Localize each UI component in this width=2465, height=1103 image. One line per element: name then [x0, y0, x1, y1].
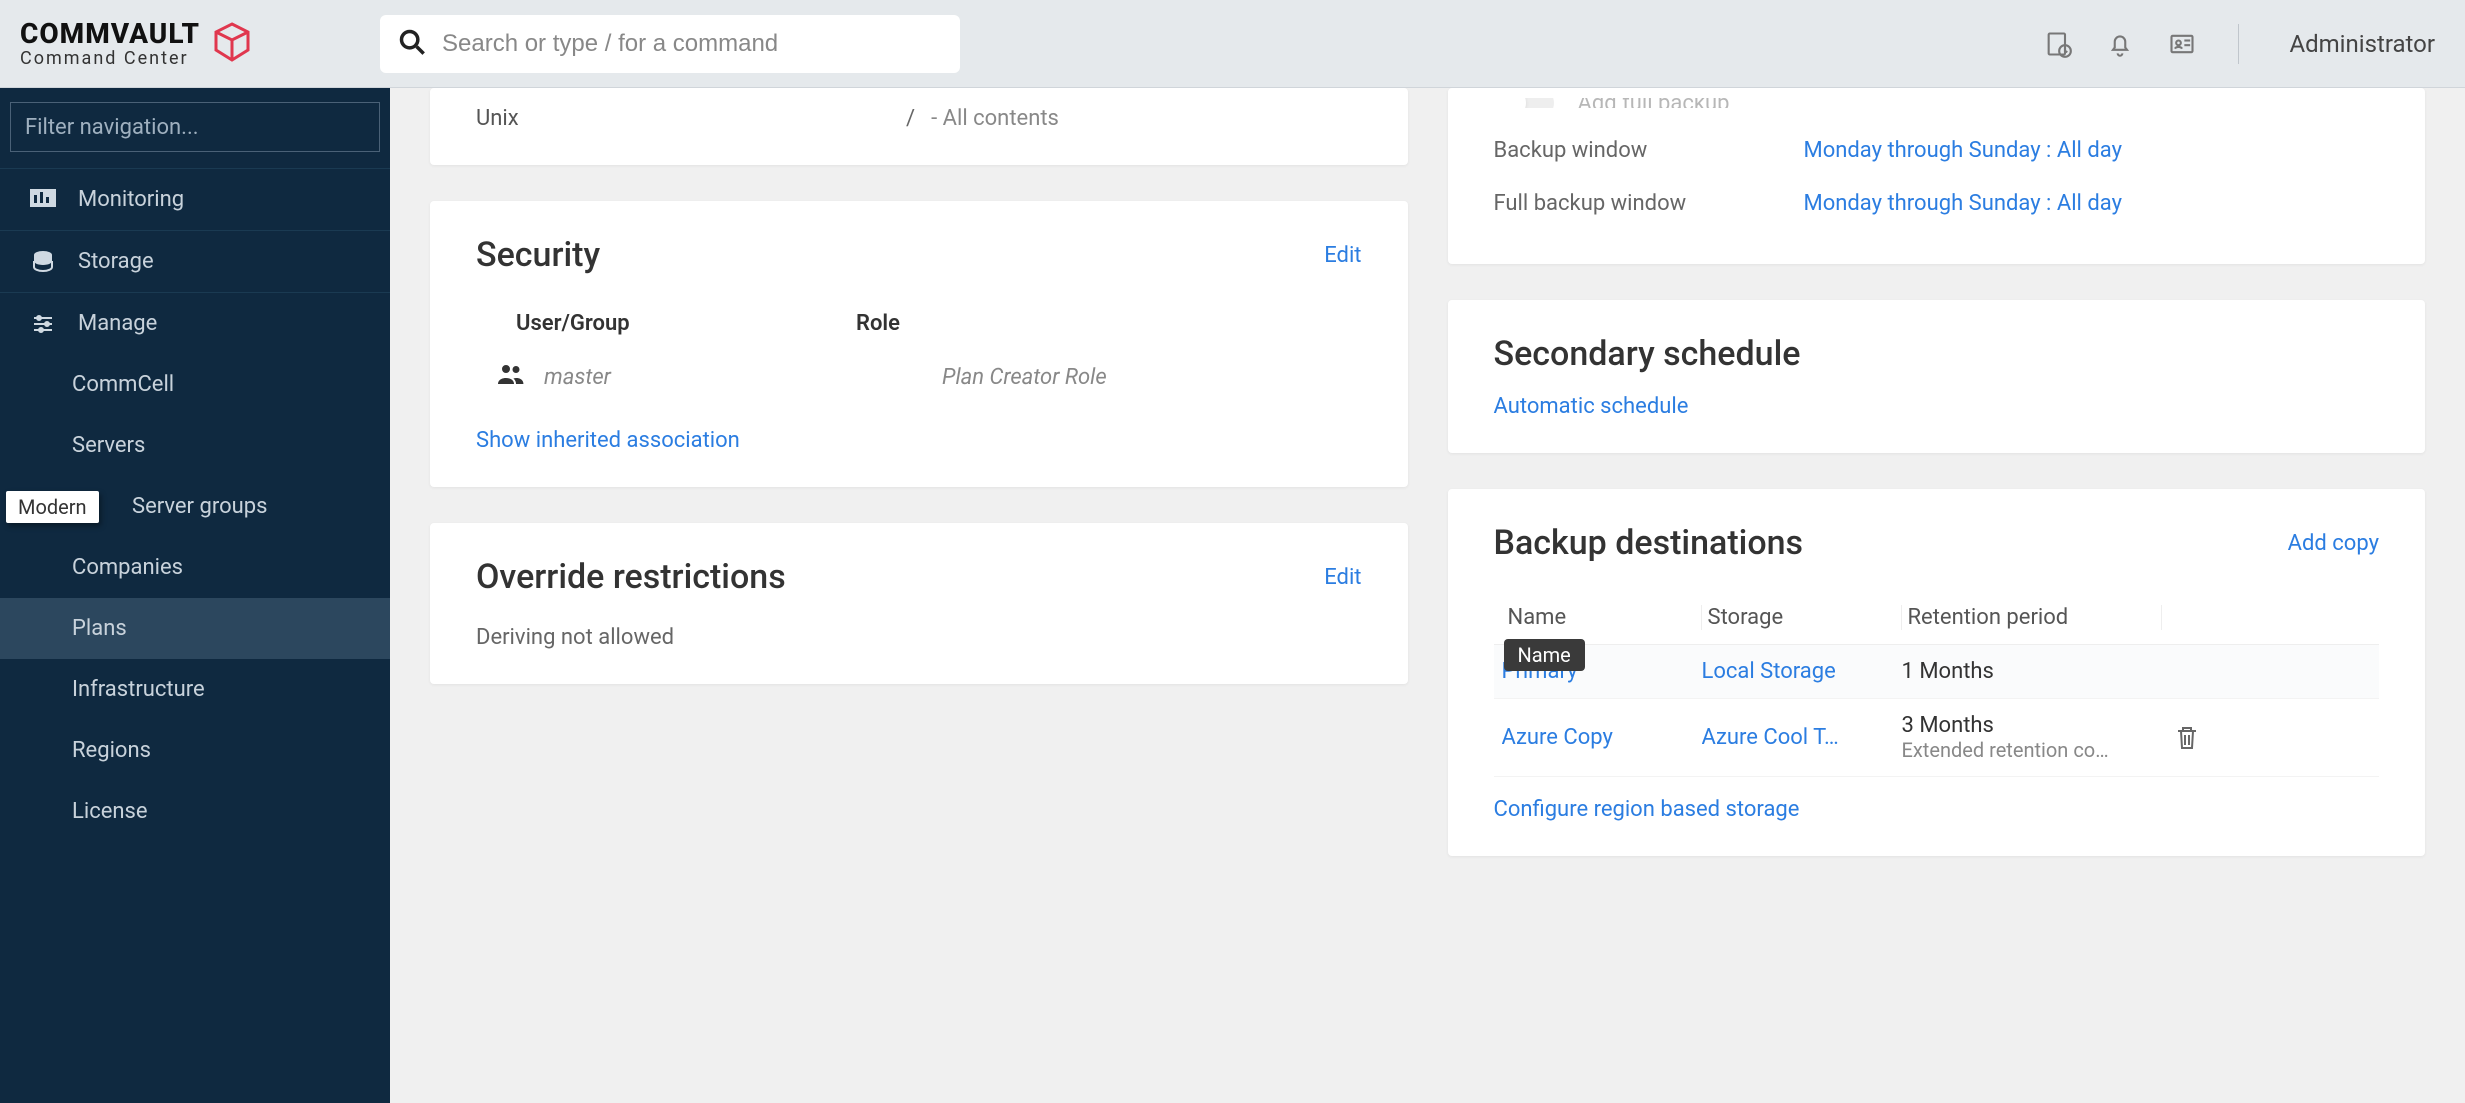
chart-icon: [28, 189, 58, 211]
unix-card: Unix / - All contents: [430, 88, 1408, 165]
sidebar-item-label: Monitoring: [78, 187, 184, 212]
sidebar-item-regions[interactable]: Regions: [0, 720, 390, 781]
database-icon: [28, 250, 58, 274]
security-edit-link[interactable]: Edit: [1324, 243, 1361, 268]
backup-window-value[interactable]: Monday through Sunday : All day: [1804, 138, 2122, 163]
sidebar-item-label: CommCell: [72, 372, 174, 397]
full-backup-window-label: Full backup window: [1494, 191, 1804, 216]
name-tooltip: Name: [1504, 639, 1585, 671]
jobs-icon[interactable]: [2042, 28, 2074, 60]
header-icons: Administrator: [2042, 24, 2435, 64]
brand-subtitle: Command Center: [20, 50, 200, 68]
top-bar: COMMVAULT Command Center Administrator: [0, 0, 2465, 88]
sidebar-item-label: Server groups: [132, 494, 267, 519]
sidebar-item-companies[interactable]: Companies: [0, 537, 390, 598]
role-value: Plan Creator Role: [942, 365, 1107, 390]
sidebar-item-label: License: [72, 799, 148, 824]
sliders-icon: [28, 312, 58, 336]
destinations-title: Backup destinations: [1494, 523, 1804, 563]
toggle-label: Add full backup: [1578, 98, 1730, 108]
retention-sub: Extended retention co…: [1902, 738, 2142, 762]
search-icon: [398, 28, 426, 60]
full-backup-toggle[interactable]: [1494, 98, 1554, 108]
override-text: Deriving not allowed: [476, 625, 1362, 650]
destination-storage-link[interactable]: Local Storage: [1702, 659, 1902, 684]
search-input[interactable]: [442, 30, 942, 58]
user-name: master: [544, 365, 611, 390]
add-copy-link[interactable]: Add copy: [2288, 531, 2379, 556]
right-column: Add full backup Backup window Monday thr…: [1448, 88, 2426, 856]
sidebar-item-label: Infrastructure: [72, 677, 205, 702]
brand-title: COMMVAULT: [20, 20, 200, 48]
schedule-card: Add full backup Backup window Monday thr…: [1448, 88, 2426, 264]
backup-window-label: Backup window: [1494, 138, 1804, 163]
col-storage[interactable]: Storage: [1702, 605, 1902, 630]
filter-navigation-input[interactable]: Filter navigation...: [10, 102, 380, 152]
col-name[interactable]: Name: [1508, 605, 1567, 630]
path-value: /: [906, 106, 915, 131]
secondary-schedule-card: Secondary schedule Automatic schedule: [1448, 300, 2426, 453]
sidebar-item-label: Plans: [72, 616, 127, 641]
destination-row: Primary Local Storage 1 Months: [1494, 645, 2380, 699]
sidebar-item-label: Regions: [72, 738, 151, 763]
sidebar-item-plans[interactable]: Plans: [0, 598, 390, 659]
secondary-title: Secondary schedule: [1494, 334, 2380, 374]
modern-badge: Modern: [6, 491, 99, 523]
sidebar-item-server-groups[interactable]: Modern Server groups: [0, 476, 390, 537]
override-card: Override restrictions Edit Deriving not …: [430, 523, 1408, 684]
brand: COMMVAULT Command Center: [20, 20, 350, 68]
users-icon: [496, 362, 526, 392]
automatic-schedule-link[interactable]: Automatic schedule: [1494, 394, 1689, 419]
security-row: master Plan Creator Role: [476, 356, 1362, 398]
configure-region-storage-link[interactable]: Configure region based storage: [1494, 797, 1800, 822]
sidebar-item-commcell[interactable]: CommCell: [0, 354, 390, 415]
col-retention[interactable]: Retention period: [1902, 605, 2162, 630]
sidebar-item-storage[interactable]: Storage: [0, 230, 390, 292]
destination-name-link[interactable]: Azure Copy: [1502, 725, 1702, 750]
override-title: Override restrictions: [476, 557, 786, 597]
sidebar-item-label: Companies: [72, 555, 183, 580]
divider: [2238, 24, 2239, 64]
show-inherited-link[interactable]: Show inherited association: [476, 428, 1362, 453]
security-title: Security: [476, 235, 600, 275]
destination-row: Azure Copy Azure Cool T… 3 Months Extend…: [1494, 699, 2380, 777]
sidebar-item-manage[interactable]: Manage: [0, 292, 390, 354]
delete-icon[interactable]: [2162, 724, 2212, 752]
sidebar-item-license[interactable]: License: [0, 781, 390, 842]
sidebar: Filter navigation... Monitoring Storage …: [0, 88, 390, 1103]
path-desc: - All contents: [931, 106, 1059, 131]
user-menu[interactable]: Administrator: [2289, 30, 2435, 58]
backup-destinations-card: Backup destinations Add copy Name Name S…: [1448, 489, 2426, 856]
cube-logo-icon: [210, 20, 254, 68]
os-label: Unix: [476, 106, 906, 131]
retention-value: 3 Months: [1902, 713, 2162, 738]
id-card-icon[interactable]: [2166, 28, 2198, 60]
sidebar-item-infrastructure[interactable]: Infrastructure: [0, 659, 390, 720]
main-content: Unix / - All contents Security Edit User…: [390, 0, 2465, 896]
destination-storage-link[interactable]: Azure Cool T…: [1702, 725, 1902, 750]
full-backup-window-value[interactable]: Monday through Sunday : All day: [1804, 191, 2122, 216]
sidebar-item-label: Servers: [72, 433, 145, 458]
destinations-header-row: Name Name Storage Retention period: [1494, 591, 2380, 645]
col-role: Role: [856, 311, 900, 336]
sidebar-item-label: Storage: [78, 249, 154, 274]
col-user-group: User/Group: [516, 311, 856, 336]
bell-icon[interactable]: [2104, 28, 2136, 60]
left-column: Unix / - All contents Security Edit User…: [430, 88, 1408, 856]
search-box[interactable]: [380, 15, 960, 73]
sidebar-item-servers[interactable]: Servers: [0, 415, 390, 476]
sidebar-item-monitoring[interactable]: Monitoring: [0, 168, 390, 230]
security-card: Security Edit User/Group Role master Pla…: [430, 201, 1408, 487]
override-edit-link[interactable]: Edit: [1324, 565, 1361, 590]
sidebar-item-label: Manage: [78, 311, 157, 336]
retention-value: 1 Months: [1902, 659, 2162, 684]
